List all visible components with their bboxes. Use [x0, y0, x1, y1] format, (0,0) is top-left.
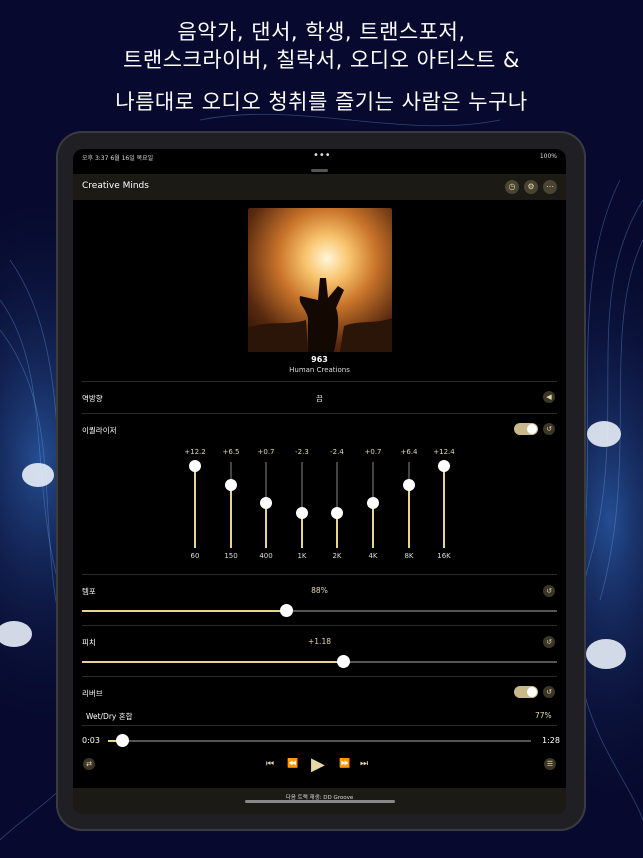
status-bar: 오후 3:37 6월 16일 목요일 ••• 100%: [73, 149, 566, 165]
eq-slider-track[interactable]: [403, 462, 415, 548]
divider: [82, 574, 557, 575]
track-artist: Human Creations: [289, 366, 350, 374]
eq-slider-knob[interactable]: [438, 460, 450, 473]
eq-slider-fill: [372, 503, 374, 548]
headline-line-1: 음악가, 댄서, 학생, 트랜스포저,: [177, 20, 466, 44]
eq-frequency-label: 4K: [368, 552, 378, 560]
reverb-reset-icon[interactable]: ↺: [543, 686, 555, 698]
sheet-grabber[interactable]: [311, 169, 328, 172]
equalizer-toggle[interactable]: [514, 423, 538, 435]
timer-icon[interactable]: ◷: [505, 180, 519, 194]
equalizer-reset-icon[interactable]: ↺: [543, 423, 555, 435]
eq-slider-knob[interactable]: [225, 479, 237, 492]
playback-progress[interactable]: [108, 734, 531, 747]
eq-slider-fill: [230, 485, 232, 548]
more-icon[interactable]: ⋯: [543, 180, 557, 194]
reverse-value[interactable]: 끔: [73, 393, 566, 404]
tempo-value: 88%: [311, 586, 328, 595]
tempo-reset-icon[interactable]: ↺: [543, 585, 555, 597]
nav-title: Creative Minds: [82, 181, 149, 191]
eq-slider-fill: [265, 503, 267, 548]
settings-icon[interactable]: ⚙: [524, 180, 538, 194]
equalizer-label: 이퀄라이저: [82, 426, 117, 435]
elapsed-time: 0:03: [82, 736, 100, 745]
reverse-play-icon[interactable]: ◀: [543, 391, 555, 403]
eq-slider-knob[interactable]: [403, 479, 415, 492]
eq-gain-label: +0.7: [364, 448, 382, 456]
eq-slider-track[interactable]: [438, 460, 450, 548]
divider: [82, 413, 557, 414]
home-indicator: [245, 800, 395, 803]
eq-gain-label: +6.5: [222, 448, 240, 456]
play-icon[interactable]: ▶: [311, 754, 325, 775]
eq-slider-track[interactable]: [189, 460, 201, 548]
eq-slider-track[interactable]: [260, 462, 272, 548]
total-time: 1:28: [542, 736, 560, 745]
repeat-icon[interactable]: ⇄: [83, 758, 95, 770]
tempo-slider-fill: [82, 610, 287, 612]
eq-gain-label: +6.4: [400, 448, 418, 456]
eq-frequency-label: 8K: [404, 552, 414, 560]
eq-gain-label: +12.2: [184, 448, 206, 456]
eq-gain-label: +12.4: [433, 448, 455, 456]
rewind-icon[interactable]: ⏪: [287, 759, 298, 769]
tempo-slider[interactable]: [82, 604, 557, 617]
eq-slider-knob[interactable]: [260, 497, 272, 510]
eq-slider-track[interactable]: [296, 462, 308, 548]
pitch-slider-fill: [82, 661, 344, 663]
pitch-reset-icon[interactable]: ↺: [543, 636, 555, 648]
toggle-knob: [527, 424, 537, 434]
fast-forward-icon[interactable]: ⏩: [339, 759, 350, 769]
playlist-icon[interactable]: ☰: [544, 758, 556, 770]
eq-frequency-label: 150: [224, 552, 238, 560]
skip-back-icon[interactable]: ⏮: [266, 759, 274, 769]
reverb-toggle[interactable]: [514, 686, 538, 698]
tempo-slider-knob[interactable]: [280, 604, 294, 617]
multitask-dots[interactable]: •••: [313, 150, 331, 161]
eq-slider-knob[interactable]: [296, 506, 308, 519]
eq-slider-track[interactable]: [367, 462, 379, 548]
eq-gain-label: -2.3: [295, 448, 309, 456]
eq-slider-knob[interactable]: [331, 506, 343, 519]
pitch-value: +1.18: [308, 637, 331, 646]
status-time: 오후 3:37 6월 16일 목요일: [82, 155, 154, 162]
nav-bar: Creative Minds ◷ ⚙ ⋯: [73, 174, 566, 200]
eq-slider-track[interactable]: [225, 462, 237, 548]
headline-line-2: 트랜스크라이버, 칠락서, 오디오 아티스트 &: [123, 48, 520, 72]
pitch-slider[interactable]: [82, 655, 557, 668]
eq-slider-fill: [194, 466, 196, 548]
wet-dry-label: Wet/Dry 혼합: [86, 712, 133, 721]
eq-frequency-label: 16K: [437, 552, 451, 560]
eq-slider-track[interactable]: [331, 462, 343, 548]
track-title: 963: [311, 355, 328, 364]
eq-gain-label: +0.7: [257, 448, 275, 456]
eq-frequency-label: 60: [190, 552, 200, 560]
app-screen: 오후 3:37 6월 16일 목요일 ••• 100% Creative Min…: [73, 149, 566, 814]
battery-status: 100%: [539, 153, 557, 160]
pitch-slider-knob[interactable]: [337, 655, 351, 668]
eq-slider-knob[interactable]: [189, 460, 201, 473]
divider: [82, 381, 557, 382]
eq-frequency-label: 2K: [332, 552, 342, 560]
toggle-knob: [527, 687, 537, 697]
divider: [82, 676, 557, 677]
skip-forward-icon[interactable]: ⏭: [360, 759, 368, 769]
divider: [82, 625, 557, 626]
eq-slider-fill: [443, 466, 445, 548]
divider: [82, 725, 557, 726]
headline-line-3: 나름대로 오디오 청취를 즐기는 사람은 누구나: [115, 90, 528, 114]
eq-frequency-label: 400: [259, 552, 273, 560]
eq-slider-fill: [408, 485, 410, 548]
eq-gain-label: -2.4: [330, 448, 344, 456]
eq-frequency-label: 1K: [297, 552, 307, 560]
eq-slider-knob[interactable]: [367, 497, 379, 510]
reverb-label: 리버브: [82, 689, 103, 698]
album-art: [248, 208, 392, 352]
concert-hand-icon: [248, 278, 392, 352]
playback-progress-knob[interactable]: [116, 734, 130, 747]
wet-dry-value[interactable]: 77%: [535, 711, 552, 720]
